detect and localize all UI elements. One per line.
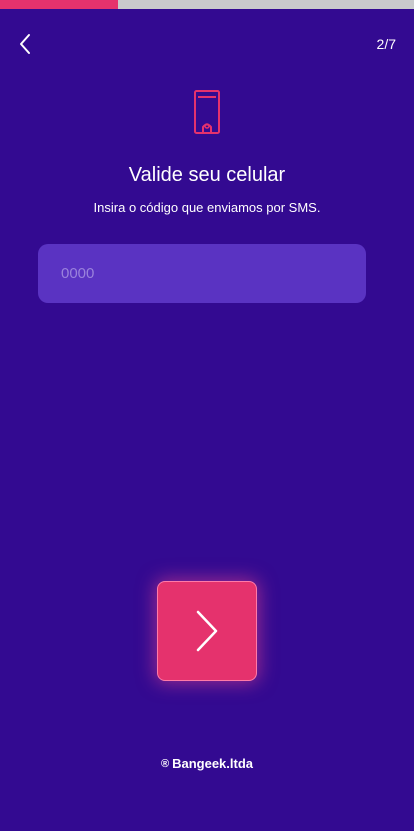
phone-icon [194,90,220,134]
step-counter: 2/7 [376,36,396,52]
registered-mark: ® [160,758,170,770]
progress-bar-fill [0,0,118,9]
chevron-right-icon [196,610,218,652]
progress-bar [0,0,414,9]
page-title: Valide seu celular [128,164,286,186]
chevron-left-icon [20,34,30,54]
page-subtitle: Insira o código que enviamos por SMS. [93,200,321,215]
back-button[interactable] [10,30,40,58]
brand-name: Bangeek.ltda [172,756,254,771]
sms-code-input[interactable] [38,244,366,303]
footer-brand: ® Bangeek.ltda [0,756,414,772]
next-button[interactable] [157,581,257,681]
